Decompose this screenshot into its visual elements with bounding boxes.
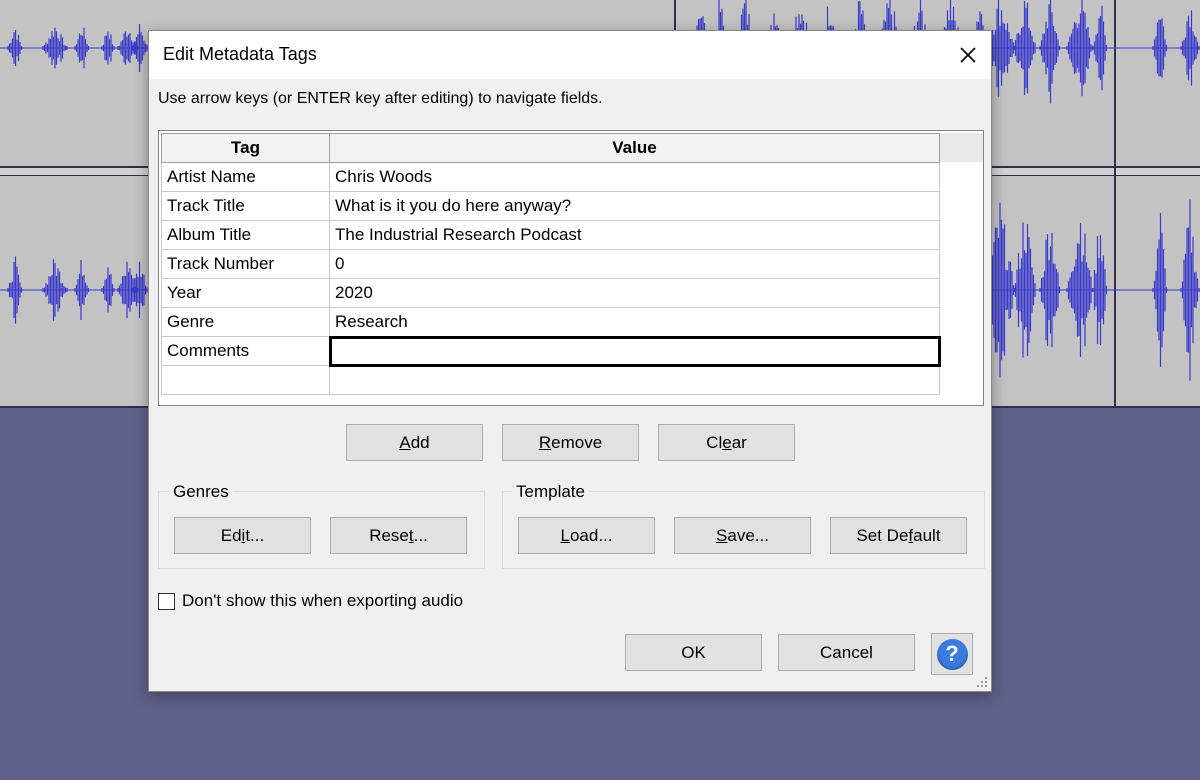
value-cell[interactable]: Chris Woods	[329, 162, 940, 192]
resize-grip-icon[interactable]	[975, 675, 989, 689]
dont-show-checkbox-label[interactable]: Don't show this when exporting audio	[182, 591, 463, 611]
edit-metadata-dialog: Edit Metadata Tags Use arrow keys (or EN…	[148, 30, 992, 692]
tag-cell[interactable]: Year	[161, 278, 330, 308]
help-button[interactable]: ?	[931, 633, 973, 675]
value-cell[interactable]	[329, 365, 940, 395]
column-header-tag[interactable]: Tag	[161, 133, 330, 163]
close-button[interactable]	[945, 31, 991, 79]
tag-cell[interactable]: Album Title	[161, 220, 330, 250]
metadata-table: Tag Value Artist Name Chris Woods Track …	[161, 133, 941, 395]
dont-show-checkbox[interactable]	[158, 592, 175, 610]
column-header-value[interactable]: Value	[329, 133, 940, 163]
instruction-text: Use arrow keys (or ENTER key after editi…	[158, 90, 603, 107]
template-set-default-button[interactable]: Set De f ault	[830, 517, 967, 554]
tag-cell[interactable]: Comments	[161, 336, 330, 366]
button-label: dd	[410, 432, 430, 452]
button-label: t...	[245, 525, 265, 545]
value-cell[interactable]: 2020	[329, 278, 940, 308]
help-icon: ?	[936, 638, 968, 670]
button-label: ar	[731, 432, 747, 452]
dont-show-checkbox-row[interactable]: Don't show this when exporting audio	[158, 591, 463, 611]
value-cell[interactable]: What is it you do here anyway?	[329, 191, 940, 221]
clear-button[interactable]: Cl e ar	[658, 424, 795, 461]
mnemonic-letter: A	[399, 432, 411, 452]
add-button[interactable]: Add	[346, 424, 483, 461]
tag-cell[interactable]	[161, 365, 330, 395]
button-label: ave...	[727, 525, 769, 545]
genres-reset-button[interactable]: Rese t...	[330, 517, 467, 554]
table-row[interactable]: Genre Research	[161, 307, 940, 337]
table-row[interactable]: Track Title What is it you do here anywa…	[161, 191, 940, 221]
genres-group-label: Genres	[169, 482, 233, 502]
value-cell[interactable]: The Industrial Research Podcast	[329, 220, 940, 250]
template-save-button[interactable]: Save...	[674, 517, 811, 554]
table-row[interactable]: Year 2020	[161, 278, 940, 308]
remove-button[interactable]: Remove	[502, 424, 639, 461]
table-row[interactable]	[161, 365, 940, 395]
ok-button[interactable]: OK	[625, 634, 762, 671]
template-load-button[interactable]: Load...	[518, 517, 655, 554]
button-label: oad...	[569, 525, 613, 545]
button-label: ault	[913, 525, 941, 545]
mnemonic-letter: L	[560, 525, 570, 545]
mnemonic-letter: S	[716, 525, 728, 545]
metadata-grid[interactable]: Tag Value Artist Name Chris Woods Track …	[158, 130, 984, 406]
table-row[interactable]: Album Title The Industrial Research Podc…	[161, 220, 940, 250]
mnemonic-letter: e	[722, 432, 732, 452]
value-cell[interactable]: 0	[329, 249, 940, 279]
button-label: Cl	[706, 432, 723, 452]
grid-corner	[938, 133, 983, 162]
button-label: Set De	[856, 525, 909, 545]
mnemonic-letter: R	[538, 432, 552, 452]
genres-edit-button[interactable]: Ed i t...	[174, 517, 311, 554]
button-label: Rese	[369, 525, 409, 545]
dialog-title: Edit Metadata Tags	[163, 44, 317, 64]
button-label: Ed	[220, 525, 242, 545]
table-row[interactable]: Artist Name Chris Woods	[161, 162, 940, 192]
tag-cell[interactable]: Track Number	[161, 249, 330, 279]
value-cell-editing[interactable]	[328, 335, 941, 367]
table-row[interactable]: Track Number 0	[161, 249, 940, 279]
tag-cell[interactable]: Artist Name	[161, 162, 330, 192]
button-label: ...	[413, 525, 428, 545]
dialog-titlebar[interactable]: Edit Metadata Tags	[149, 31, 991, 79]
close-icon	[960, 47, 976, 63]
button-label: emove	[551, 432, 603, 452]
table-row[interactable]: Comments	[161, 335, 941, 367]
tag-cell[interactable]: Genre	[161, 307, 330, 337]
value-cell[interactable]: Research	[329, 307, 940, 337]
cancel-button[interactable]: Cancel	[778, 634, 915, 671]
template-group-label: Template	[512, 482, 589, 502]
tag-cell[interactable]: Track Title	[161, 191, 330, 221]
